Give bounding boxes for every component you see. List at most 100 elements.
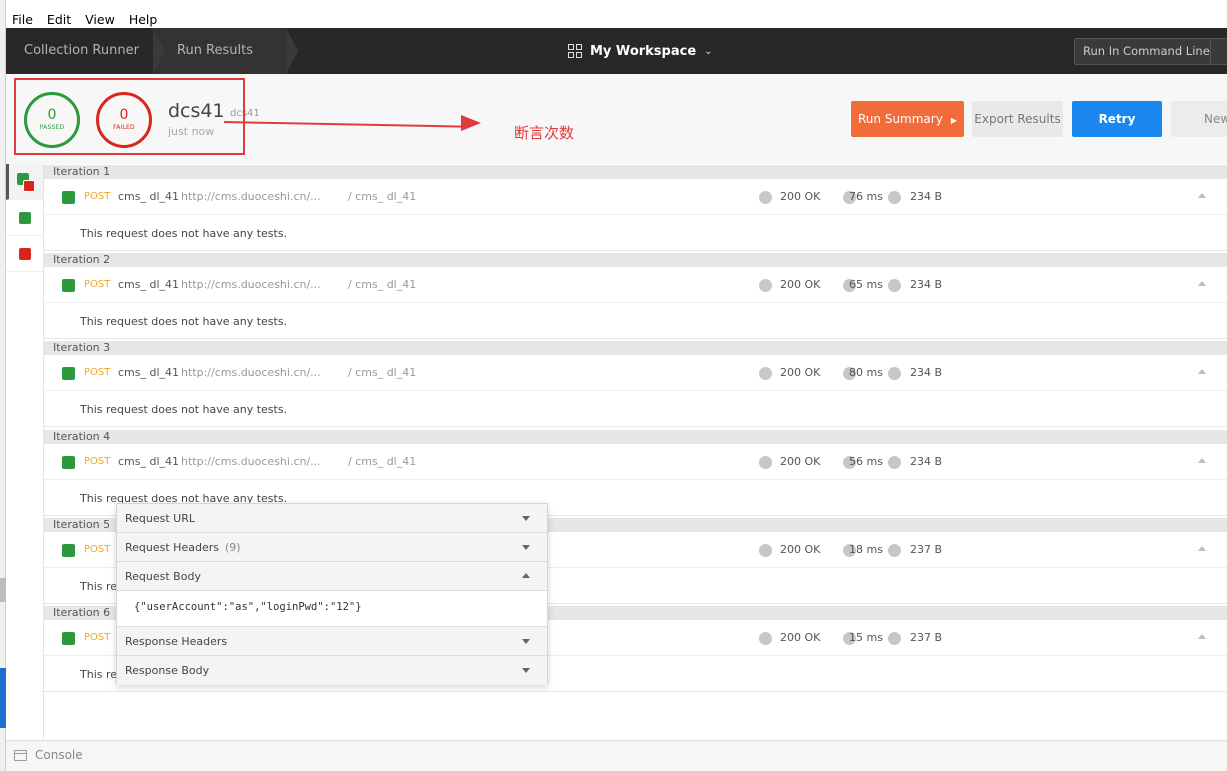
- status-dot: [759, 279, 772, 292]
- response-time: 80 ms: [849, 366, 883, 379]
- breadcrumb-collection-runner[interactable]: Collection Runner: [24, 28, 139, 74]
- request-row[interactable]: POST cms_ dl_41 http://cms.duoceshi.cn/...…: [44, 444, 1227, 480]
- response-time: 65 ms: [849, 278, 883, 291]
- response-size: 234 B: [910, 190, 943, 203]
- request-method: POST: [84, 367, 111, 378]
- response-status: 200 OK: [780, 278, 821, 291]
- header-extra-button[interactable]: [1210, 38, 1227, 65]
- console-label: Console: [35, 748, 83, 762]
- test-message: This request does not have any tests.: [80, 315, 288, 328]
- status-dot: [759, 191, 772, 204]
- request-name: cms_ dl_41: [118, 366, 180, 379]
- menu-edit[interactable]: Edit: [47, 12, 71, 27]
- size-dot: [888, 456, 901, 469]
- collapse-caret-icon[interactable]: [1198, 458, 1206, 463]
- request-body-content: {"userAccount":"as","loginPwd":"12"}: [117, 591, 547, 627]
- annotation-highlight-box: [14, 78, 245, 155]
- request-path: / cms_ dl_41: [348, 366, 417, 379]
- size-dot: [888, 632, 901, 645]
- caret-down-icon: [522, 545, 530, 550]
- request-name: cms_ dl_41: [118, 455, 180, 468]
- console-icon: [14, 750, 27, 761]
- pass-status-square: [62, 191, 75, 204]
- request-name: cms_ dl_41: [118, 190, 180, 203]
- caret-down-icon: [522, 639, 530, 644]
- request-headers-label: Request Headers: [125, 541, 219, 554]
- response-size: 234 B: [910, 455, 943, 468]
- status-dot: [759, 544, 772, 557]
- request-url: http://cms.duoceshi.cn/...: [181, 455, 321, 468]
- filter-all[interactable]: [6, 164, 43, 200]
- response-body-section[interactable]: Response Body: [117, 656, 547, 685]
- menu-file[interactable]: File: [12, 12, 33, 27]
- iteration-header: Iteration 3: [44, 341, 1227, 355]
- response-headers-section[interactable]: Response Headers: [117, 627, 547, 656]
- annotation-arrow-line: [223, 121, 464, 128]
- collapse-caret-icon[interactable]: [1198, 634, 1206, 639]
- run-in-command-line-button[interactable]: Run In Command Line: [1074, 38, 1219, 65]
- collapse-caret-icon[interactable]: [1198, 281, 1206, 286]
- caret-right-icon: ▶: [950, 116, 957, 125]
- menu-help[interactable]: Help: [129, 12, 158, 27]
- annotation-arrow-head: [461, 115, 481, 131]
- request-body-section[interactable]: Request Body: [117, 562, 547, 591]
- response-size: 234 B: [910, 366, 943, 379]
- app-header: Collection Runner Run Results My Workspa…: [6, 28, 1227, 74]
- request-path: / cms_ dl_41: [348, 278, 417, 291]
- request-body-json: {"userAccount":"as","loginPwd":"12"}: [134, 601, 362, 613]
- response-status: 200 OK: [780, 366, 821, 379]
- request-method: POST: [84, 191, 111, 202]
- app-window: File Edit View Help Collection Runner Ru…: [0, 0, 1227, 771]
- filter-passed[interactable]: [6, 200, 43, 236]
- export-results-button[interactable]: Export Results: [972, 101, 1063, 137]
- collapse-caret-icon[interactable]: [1198, 369, 1206, 374]
- filter-failed[interactable]: [6, 236, 43, 272]
- caret-down-icon: [522, 668, 530, 673]
- workspace-switcher[interactable]: My Workspace ⌄: [568, 28, 713, 74]
- workspace-label: My Workspace: [590, 43, 697, 59]
- iteration-header: Iteration 1: [44, 165, 1227, 179]
- request-path: / cms_ dl_41: [348, 455, 417, 468]
- size-dot: [888, 191, 901, 204]
- breadcrumb-run-results[interactable]: Run Results: [177, 28, 253, 74]
- retry-button[interactable]: Retry: [1072, 101, 1162, 137]
- grid-icon: [568, 44, 582, 58]
- annotation-text: 断言次数: [514, 124, 575, 142]
- response-body-label: Response Body: [125, 664, 210, 677]
- run-summary-button[interactable]: Run Summary ▶: [851, 101, 964, 137]
- size-dot: [888, 544, 901, 557]
- menu-view[interactable]: View: [85, 12, 115, 27]
- iteration-header: Iteration 2: [44, 253, 1227, 267]
- request-name: cms_ dl_41: [118, 278, 180, 291]
- response-size: 237 B: [910, 631, 943, 644]
- iteration-header: Iteration 4: [44, 430, 1227, 444]
- test-message: This request does not have any tests.: [80, 403, 288, 416]
- failed-square-icon: [19, 248, 31, 260]
- run-summary-label: Run Summary: [858, 112, 943, 126]
- caret-up-icon: [522, 573, 530, 578]
- console-bar[interactable]: Console: [6, 740, 1227, 771]
- iteration-filter-sidebar: [6, 164, 44, 740]
- request-row[interactable]: POST cms_ dl_41 http://cms.duoceshi.cn/...…: [44, 355, 1227, 391]
- new-button[interactable]: New: [1171, 101, 1227, 137]
- chevron-down-icon: ⌄: [704, 45, 713, 57]
- request-method: POST: [84, 456, 111, 467]
- request-row[interactable]: POST cms_ dl_41 http://cms.duoceshi.cn/...…: [44, 267, 1227, 303]
- menu-bar: File Edit View Help: [6, 8, 157, 30]
- response-time: 15 ms: [849, 631, 883, 644]
- response-time: 18 ms: [849, 543, 883, 556]
- failed-square-icon: [23, 180, 35, 192]
- request-url-section[interactable]: Request URL: [117, 504, 547, 533]
- response-status: 200 OK: [780, 455, 821, 468]
- test-result-row: This request does not have any tests.: [44, 215, 1227, 251]
- response-status: 200 OK: [780, 631, 821, 644]
- response-size: 237 B: [910, 543, 943, 556]
- request-headers-section[interactable]: Request Headers (9): [117, 533, 547, 562]
- collapse-caret-icon[interactable]: [1198, 193, 1206, 198]
- response-status: 200 OK: [780, 543, 821, 556]
- breadcrumb-separator: [286, 28, 298, 74]
- collapse-caret-icon[interactable]: [1198, 546, 1206, 551]
- request-row[interactable]: POST cms_ dl_41 http://cms.duoceshi.cn/...…: [44, 179, 1227, 215]
- status-dot: [759, 632, 772, 645]
- pass-status-square: [62, 544, 75, 557]
